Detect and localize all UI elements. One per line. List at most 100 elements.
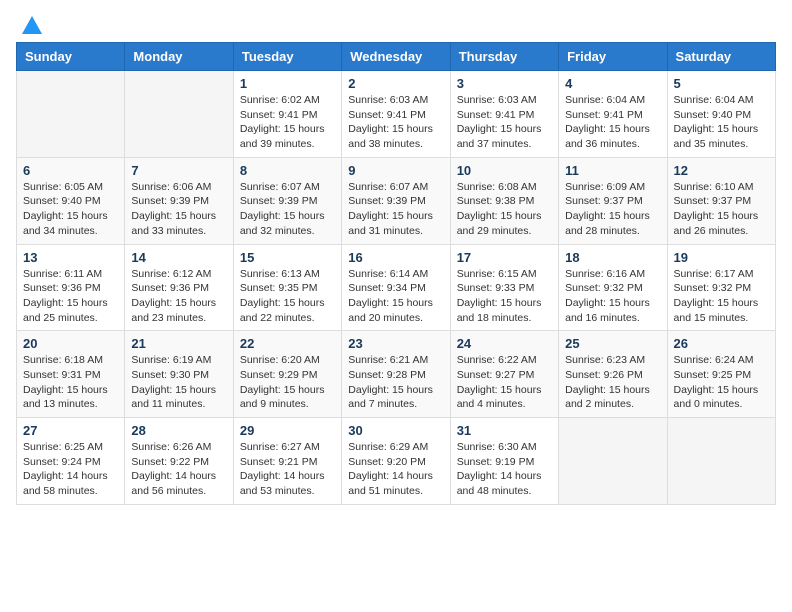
calendar-day-header: Wednesday <box>342 43 450 71</box>
day-info: Sunrise: 6:02 AM Sunset: 9:41 PM Dayligh… <box>240 93 335 152</box>
day-info: Sunrise: 6:10 AM Sunset: 9:37 PM Dayligh… <box>674 180 769 239</box>
calendar-cell: 24Sunrise: 6:22 AM Sunset: 9:27 PM Dayli… <box>450 331 558 418</box>
day-info: Sunrise: 6:21 AM Sunset: 9:28 PM Dayligh… <box>348 353 443 412</box>
calendar-cell: 27 Sunrise: 6:25 AM Sunset: 9:24 PM Dayli… <box>17 418 125 505</box>
calendar-cell: 29 Sunrise: 6:27 AM Sunset: 9:21 PM Dayli… <box>233 418 341 505</box>
calendar-cell: 20Sunrise: 6:18 AM Sunset: 9:31 PM Dayli… <box>17 331 125 418</box>
calendar-cell: 30 Sunrise: 6:29 AM Sunset: 9:20 PM Dayli… <box>342 418 450 505</box>
day-info: Sunrise: 6:16 AM Sunset: 9:32 PM Dayligh… <box>565 267 660 326</box>
calendar-cell: 15 Sunrise: 6:13 AM Sunset: 9:35 PM Dayli… <box>233 244 341 331</box>
calendar-cell: 10 Sunrise: 6:08 AM Sunset: 9:38 PM Dayli… <box>450 157 558 244</box>
day-number: 7 <box>131 163 226 178</box>
calendar-cell: 3 Sunrise: 6:03 AM Sunset: 9:41 PM Daylig… <box>450 71 558 158</box>
day-number: 13 <box>23 250 118 265</box>
calendar-cell: 23 Sunrise: 6:21 AM Sunset: 9:28 PM Dayli… <box>342 331 450 418</box>
day-number: 22 <box>240 336 335 351</box>
day-info: Sunrise: 6:20 AM Sunset: 9:29 PM Dayligh… <box>240 353 335 412</box>
calendar-cell: 7 Sunrise: 6:06 AM Sunset: 9:39 PM Daylig… <box>125 157 233 244</box>
calendar-cell: 4Sunrise: 6:04 AM Sunset: 9:41 PM Daylig… <box>559 71 667 158</box>
calendar-week-row: 20Sunrise: 6:18 AM Sunset: 9:31 PM Dayli… <box>17 331 776 418</box>
day-number: 2 <box>348 76 443 91</box>
day-info: Sunrise: 6:19 AM Sunset: 9:30 PM Dayligh… <box>131 353 226 412</box>
calendar-cell <box>559 418 667 505</box>
calendar-week-row: 13 Sunrise: 6:11 AM Sunset: 9:36 PM Dayli… <box>17 244 776 331</box>
logo-triangle-icon <box>22 16 42 34</box>
calendar-cell: 13 Sunrise: 6:11 AM Sunset: 9:36 PM Dayli… <box>17 244 125 331</box>
day-info: Sunrise: 6:07 AM Sunset: 9:39 PM Dayligh… <box>240 180 335 239</box>
calendar-week-row: 6Sunrise: 6:05 AM Sunset: 9:40 PM Daylig… <box>17 157 776 244</box>
day-info: Sunrise: 6:03 AM Sunset: 9:41 PM Dayligh… <box>457 93 552 152</box>
day-number: 19 <box>674 250 769 265</box>
calendar-cell: 16Sunrise: 6:14 AM Sunset: 9:34 PM Dayli… <box>342 244 450 331</box>
day-number: 10 <box>457 163 552 178</box>
calendar-cell: 9Sunrise: 6:07 AM Sunset: 9:39 PM Daylig… <box>342 157 450 244</box>
day-info: Sunrise: 6:07 AM Sunset: 9:39 PM Dayligh… <box>348 180 443 239</box>
day-info: Sunrise: 6:25 AM Sunset: 9:24 PM Dayligh… <box>23 440 118 499</box>
day-info: Sunrise: 6:04 AM Sunset: 9:41 PM Dayligh… <box>565 93 660 152</box>
day-number: 23 <box>348 336 443 351</box>
calendar-day-header: Tuesday <box>233 43 341 71</box>
day-info: Sunrise: 6:24 AM Sunset: 9:25 PM Dayligh… <box>674 353 769 412</box>
day-info: Sunrise: 6:27 AM Sunset: 9:21 PM Dayligh… <box>240 440 335 499</box>
calendar-table: SundayMondayTuesdayWednesdayThursdayFrid… <box>16 42 776 505</box>
day-info: Sunrise: 6:15 AM Sunset: 9:33 PM Dayligh… <box>457 267 552 326</box>
day-info: Sunrise: 6:06 AM Sunset: 9:39 PM Dayligh… <box>131 180 226 239</box>
calendar-day-header: Saturday <box>667 43 775 71</box>
calendar-day-header: Monday <box>125 43 233 71</box>
calendar-cell: 17 Sunrise: 6:15 AM Sunset: 9:33 PM Dayli… <box>450 244 558 331</box>
calendar-cell: 26 Sunrise: 6:24 AM Sunset: 9:25 PM Dayli… <box>667 331 775 418</box>
calendar-week-row: 1 Sunrise: 6:02 AM Sunset: 9:41 PM Daylig… <box>17 71 776 158</box>
day-info: Sunrise: 6:09 AM Sunset: 9:37 PM Dayligh… <box>565 180 660 239</box>
calendar-cell: 12 Sunrise: 6:10 AM Sunset: 9:37 PM Dayli… <box>667 157 775 244</box>
day-info: Sunrise: 6:23 AM Sunset: 9:26 PM Dayligh… <box>565 353 660 412</box>
calendar-day-header: Sunday <box>17 43 125 71</box>
calendar-cell <box>17 71 125 158</box>
day-number: 27 <box>23 423 118 438</box>
day-info: Sunrise: 6:03 AM Sunset: 9:41 PM Dayligh… <box>348 93 443 152</box>
calendar-cell <box>667 418 775 505</box>
day-number: 3 <box>457 76 552 91</box>
day-number: 11 <box>565 163 660 178</box>
calendar-cell: 21 Sunrise: 6:19 AM Sunset: 9:30 PM Dayli… <box>125 331 233 418</box>
calendar-week-row: 27 Sunrise: 6:25 AM Sunset: 9:24 PM Dayli… <box>17 418 776 505</box>
day-info: Sunrise: 6:13 AM Sunset: 9:35 PM Dayligh… <box>240 267 335 326</box>
calendar-cell: 28 Sunrise: 6:26 AM Sunset: 9:22 PM Dayli… <box>125 418 233 505</box>
day-number: 25 <box>565 336 660 351</box>
calendar-cell: 31Sunrise: 6:30 AM Sunset: 9:19 PM Dayli… <box>450 418 558 505</box>
day-info: Sunrise: 6:22 AM Sunset: 9:27 PM Dayligh… <box>457 353 552 412</box>
day-info: Sunrise: 6:08 AM Sunset: 9:38 PM Dayligh… <box>457 180 552 239</box>
day-number: 26 <box>674 336 769 351</box>
day-info: Sunrise: 6:17 AM Sunset: 9:32 PM Dayligh… <box>674 267 769 326</box>
calendar-cell: 22 Sunrise: 6:20 AM Sunset: 9:29 PM Dayli… <box>233 331 341 418</box>
day-info: Sunrise: 6:29 AM Sunset: 9:20 PM Dayligh… <box>348 440 443 499</box>
calendar-cell: 2 Sunrise: 6:03 AM Sunset: 9:41 PM Daylig… <box>342 71 450 158</box>
day-number: 29 <box>240 423 335 438</box>
day-info: Sunrise: 6:18 AM Sunset: 9:31 PM Dayligh… <box>23 353 118 412</box>
day-number: 14 <box>131 250 226 265</box>
calendar-cell: 11 Sunrise: 6:09 AM Sunset: 9:37 PM Dayli… <box>559 157 667 244</box>
day-number: 17 <box>457 250 552 265</box>
calendar-cell: 1 Sunrise: 6:02 AM Sunset: 9:41 PM Daylig… <box>233 71 341 158</box>
day-info: Sunrise: 6:11 AM Sunset: 9:36 PM Dayligh… <box>23 267 118 326</box>
day-number: 12 <box>674 163 769 178</box>
day-number: 21 <box>131 336 226 351</box>
day-number: 28 <box>131 423 226 438</box>
calendar-header-row: SundayMondayTuesdayWednesdayThursdayFrid… <box>17 43 776 71</box>
calendar-cell: 14Sunrise: 6:12 AM Sunset: 9:36 PM Dayli… <box>125 244 233 331</box>
day-info: Sunrise: 6:04 AM Sunset: 9:40 PM Dayligh… <box>674 93 769 152</box>
calendar-cell <box>125 71 233 158</box>
day-number: 1 <box>240 76 335 91</box>
calendar-cell: 19 Sunrise: 6:17 AM Sunset: 9:32 PM Dayli… <box>667 244 775 331</box>
calendar-cell: 25 Sunrise: 6:23 AM Sunset: 9:26 PM Dayli… <box>559 331 667 418</box>
day-number: 6 <box>23 163 118 178</box>
day-number: 8 <box>240 163 335 178</box>
logo <box>16 16 42 30</box>
day-number: 30 <box>348 423 443 438</box>
calendar-day-header: Thursday <box>450 43 558 71</box>
calendar-cell: 5Sunrise: 6:04 AM Sunset: 9:40 PM Daylig… <box>667 71 775 158</box>
day-info: Sunrise: 6:30 AM Sunset: 9:19 PM Dayligh… <box>457 440 552 499</box>
day-info: Sunrise: 6:26 AM Sunset: 9:22 PM Dayligh… <box>131 440 226 499</box>
day-number: 15 <box>240 250 335 265</box>
calendar-day-header: Friday <box>559 43 667 71</box>
calendar-cell: 8 Sunrise: 6:07 AM Sunset: 9:39 PM Daylig… <box>233 157 341 244</box>
